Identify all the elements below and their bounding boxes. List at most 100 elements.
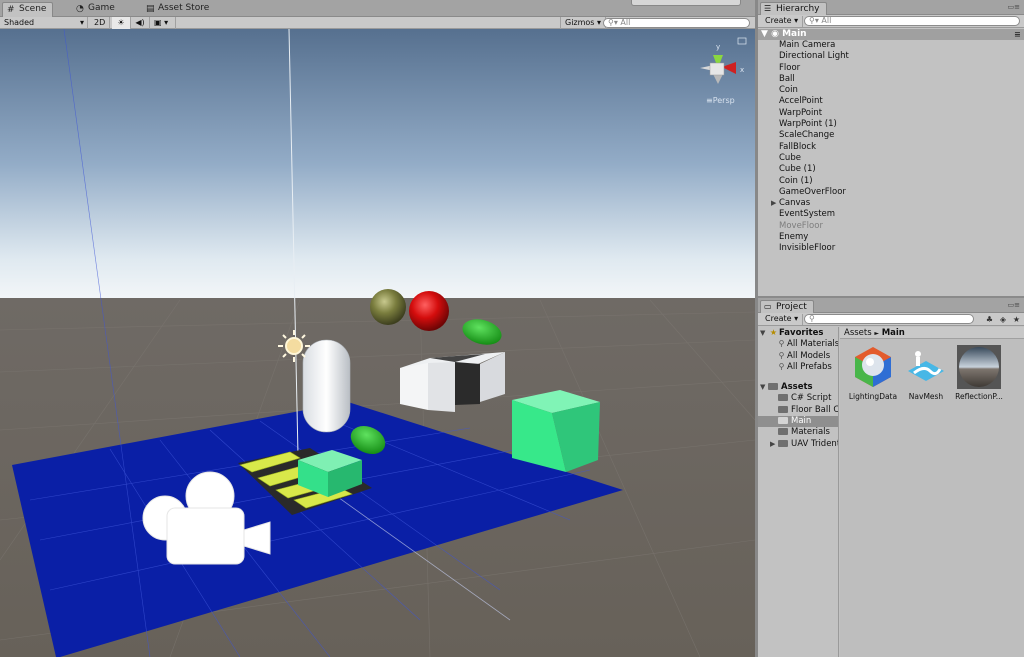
list-item-label: Enemy xyxy=(779,232,809,243)
hierarchy-list: Main Camera Directional Light Floor Ball… xyxy=(758,40,1024,255)
search-icon: ⚲▾ xyxy=(809,16,819,25)
project-toolbar: Create ▾ ⚲ ♣ ◈ ★ xyxy=(758,313,1024,326)
list-item[interactable]: EventSystem xyxy=(758,209,1024,220)
project-panel: ▭ Project ▭≡ Create ▾ ⚲ ♣ ◈ ★ ▼ ★ Favorite… xyxy=(758,298,1024,657)
favorite-star-icon[interactable]: ★ xyxy=(1011,315,1022,324)
project-search-input[interactable]: ⚲ xyxy=(804,314,974,324)
list-item[interactable]: WarpPoint (1) xyxy=(758,119,1024,130)
asset-label: NavMesh xyxy=(908,392,944,401)
scene-effects-dropdown[interactable]: ▣ ▾ xyxy=(150,17,176,29)
list-item-label: WarpPoint (1) xyxy=(779,119,837,130)
list-item[interactable]: AccelPoint xyxy=(758,96,1024,107)
pacman-icon: ◔ xyxy=(76,4,84,14)
tab-hierarchy[interactable]: ☰ Hierarchy xyxy=(760,2,827,15)
scene-toolbar: Shaded ▾ 2D ☀ ◀) ▣ ▾ Gizmos ▾ ⚲▾ All xyxy=(0,17,755,29)
tab-scene[interactable]: # Scene xyxy=(2,2,54,17)
list-item-label: EventSystem xyxy=(779,209,836,220)
folder-icon: ▭ xyxy=(764,302,772,311)
tab-asset-store[interactable]: ▤ Asset Store xyxy=(142,2,215,17)
list-item-label: Cube xyxy=(779,152,801,163)
expand-arrow-icon: ▼ xyxy=(761,29,768,39)
grid-icon: # xyxy=(7,5,15,15)
asset-reflection-probe[interactable]: ReflectionP... xyxy=(954,345,1004,401)
list-item-label: GameOverFloor xyxy=(779,186,846,197)
favorite-item[interactable]: ⚲ All Models xyxy=(758,350,838,361)
list-item[interactable]: Cube xyxy=(758,153,1024,164)
favorite-item[interactable]: ⚲ All Materials xyxy=(758,338,838,349)
asset-lighting-data[interactable]: LightingData xyxy=(848,345,898,401)
folder-item[interactable]: Main xyxy=(758,416,838,428)
expand-arrow-icon[interactable]: ▶ xyxy=(770,439,778,450)
tab-project[interactable]: ▭ Project xyxy=(760,300,814,313)
scene-viewport[interactable]: y x ≡Persp xyxy=(0,29,755,657)
filter-label-icon[interactable]: ◈ xyxy=(997,315,1008,324)
list-item[interactable]: MoveFloor xyxy=(758,221,1024,232)
scene-audio-toggle[interactable]: ◀) xyxy=(131,17,150,29)
expand-arrow-icon[interactable]: ▼ xyxy=(760,382,768,393)
expand-arrow-icon[interactable]: ▶ xyxy=(771,198,776,209)
hierarchy-create-button[interactable]: Create ▾ xyxy=(761,16,804,27)
window-menu-handle[interactable] xyxy=(631,0,741,6)
folder-label: Materials xyxy=(791,427,830,438)
assets-header[interactable]: ▼ Assets xyxy=(758,382,838,393)
list-item[interactable]: InvisibleFloor xyxy=(758,243,1024,254)
search-icon: ⚲ xyxy=(778,350,785,360)
folder-label: Floor Ball C xyxy=(791,404,839,415)
scene-root-row[interactable]: ▼ ◉ Main ≡ xyxy=(758,29,1024,40)
shading-mode-dropdown[interactable]: Shaded ▾ xyxy=(0,17,88,29)
folder-item[interactable]: ▶ UAV Trident xyxy=(758,439,838,450)
list-item[interactable]: Floor xyxy=(758,63,1024,74)
tab-asset-store-label: Asset Store xyxy=(158,3,210,13)
favorite-item[interactable]: ⚲ All Prefabs xyxy=(758,361,838,372)
folder-icon xyxy=(778,428,788,436)
project-create-button[interactable]: Create ▾ xyxy=(761,314,804,325)
list-item-label: Coin xyxy=(779,85,798,96)
favorites-label: Favorites xyxy=(779,328,824,338)
projection-label[interactable]: ≡Persp xyxy=(706,96,735,105)
list-item[interactable]: Directional Light xyxy=(758,51,1024,62)
folder-item[interactable]: Materials xyxy=(758,427,838,438)
lock-icon[interactable]: ▭≡ xyxy=(1008,3,1020,11)
list-item[interactable]: Cube (1) xyxy=(758,164,1024,175)
scene-search-input[interactable]: ⚲▾ All xyxy=(603,18,750,28)
unity-scene-icon: ◉ xyxy=(771,29,779,39)
list-item[interactable]: Enemy xyxy=(758,232,1024,243)
list-item[interactable]: Main Camera xyxy=(758,40,1024,51)
list-item[interactable]: ▶ Canvas xyxy=(758,198,1024,209)
scene-panel: # Scene ◔ Game ▤ Asset Store Shaded ▾ 2D xyxy=(0,0,755,657)
list-item-label: Canvas xyxy=(779,198,811,209)
asset-navmesh[interactable]: NavMesh xyxy=(901,345,951,401)
favorites-header[interactable]: ▼ ★ Favorites xyxy=(758,327,838,338)
list-item[interactable]: Ball xyxy=(758,74,1024,85)
olive-ball[interactable] xyxy=(370,289,406,325)
folder-item[interactable]: Floor Ball C xyxy=(758,405,838,416)
list-item[interactable]: ScaleChange xyxy=(758,130,1024,141)
asset-label: ReflectionP... xyxy=(955,392,1003,401)
big-cube[interactable] xyxy=(512,390,600,472)
list-item-label: MoveFloor xyxy=(779,220,823,231)
list-item[interactable]: GameOverFloor xyxy=(758,187,1024,198)
folder-icon xyxy=(768,383,778,391)
list-item[interactable]: FallBlock xyxy=(758,142,1024,153)
scene-menu-icon[interactable]: ≡ xyxy=(1014,29,1024,40)
breadcrumb-assets[interactable]: Assets xyxy=(844,328,872,338)
list-item[interactable]: Coin (1) xyxy=(758,176,1024,187)
star-icon: ★ xyxy=(769,328,778,337)
capsule-object[interactable] xyxy=(302,339,351,433)
filter-type-icon[interactable]: ♣ xyxy=(984,315,995,324)
folder-label: Main xyxy=(791,416,812,427)
folder-item[interactable]: C# Script xyxy=(758,393,838,404)
mode-2d-toggle[interactable]: 2D xyxy=(90,17,111,29)
create-label: Create xyxy=(765,16,792,25)
favorite-label: All Materials xyxy=(787,339,839,350)
scene-lighting-toggle[interactable]: ☀ xyxy=(112,17,131,29)
list-item[interactable]: Coin xyxy=(758,85,1024,96)
list-item[interactable]: WarpPoint xyxy=(758,108,1024,119)
gizmos-dropdown[interactable]: Gizmos ▾ xyxy=(560,17,607,29)
tab-game[interactable]: ◔ Game xyxy=(72,2,121,17)
red-ball[interactable] xyxy=(409,291,449,331)
breadcrumb-main[interactable]: Main xyxy=(882,328,905,338)
lock-icon[interactable]: ▭≡ xyxy=(1008,301,1020,309)
hierarchy-search-input[interactable]: ⚲▾ All xyxy=(804,16,1020,26)
